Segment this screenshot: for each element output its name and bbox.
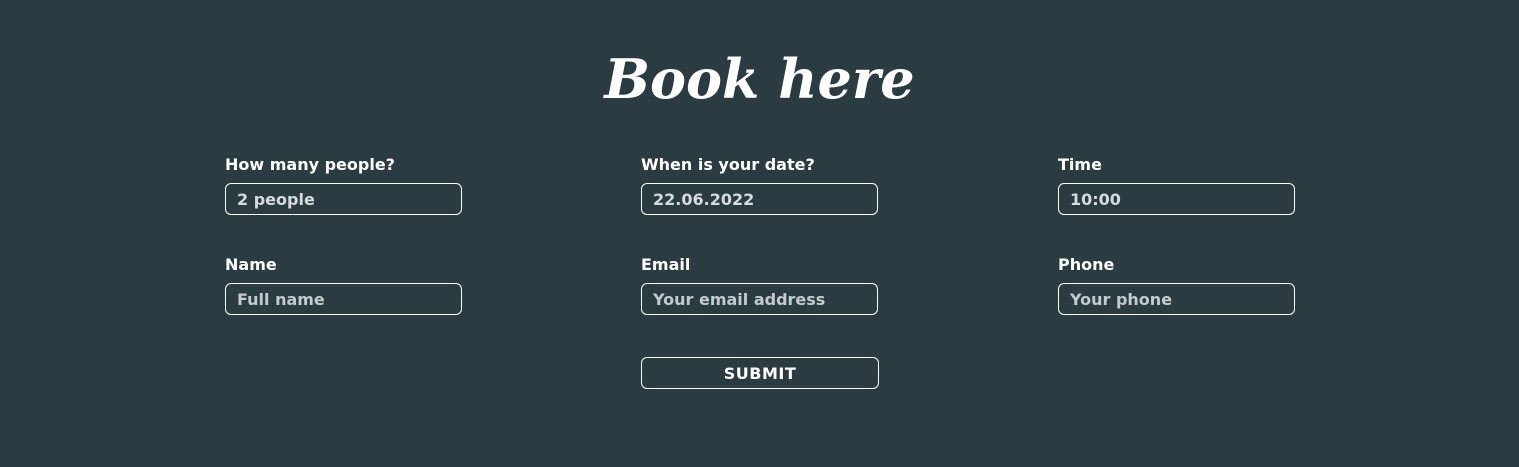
- submit-button[interactable]: SUBMIT: [641, 357, 879, 389]
- email-input[interactable]: [641, 283, 878, 315]
- email-label: Email: [641, 255, 691, 274]
- people-input[interactable]: [225, 183, 462, 215]
- date-field-group: When is your date?: [641, 155, 878, 215]
- phone-field-group: Phone: [1058, 255, 1295, 315]
- people-field-group: How many people?: [225, 155, 462, 215]
- people-label: How many people?: [225, 155, 395, 174]
- date-input[interactable]: [641, 183, 878, 215]
- name-label: Name: [225, 255, 277, 274]
- phone-input[interactable]: [1058, 283, 1295, 315]
- name-field-group: Name: [225, 255, 462, 315]
- email-field-group: Email: [641, 255, 878, 315]
- time-field-group: Time: [1058, 155, 1295, 215]
- name-input[interactable]: [225, 283, 462, 315]
- time-label: Time: [1058, 155, 1102, 174]
- phone-label: Phone: [1058, 255, 1115, 274]
- page-title: Book here: [604, 47, 915, 111]
- date-label: When is your date?: [641, 155, 815, 174]
- time-input[interactable]: [1058, 183, 1295, 215]
